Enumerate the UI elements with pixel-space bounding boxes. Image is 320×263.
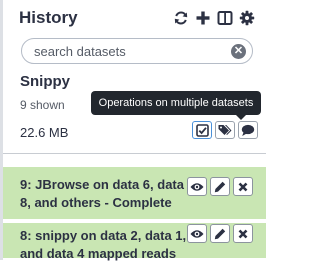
dataset-title[interactable]: 9: JBrowse on data 6, data 8, and others… xyxy=(20,176,192,212)
show-tags-button[interactable] xyxy=(215,121,235,139)
dataset-title[interactable]: 8: snippy on data 2, data 1, and data 4 … xyxy=(20,227,192,263)
delete-button[interactable] xyxy=(233,224,253,243)
history-size: 22.6 MB xyxy=(20,125,69,140)
dataset-actions xyxy=(187,224,253,243)
search-input[interactable] xyxy=(34,42,224,60)
pencil-icon xyxy=(214,181,226,192)
display-button[interactable] xyxy=(187,224,207,243)
gear-icon[interactable] xyxy=(239,10,255,26)
search-box: ✕ xyxy=(21,38,253,64)
history-panel: History search datasets ✕ Snippy 9 shown… xyxy=(0,0,266,263)
close-icon xyxy=(238,229,248,238)
dataset-item[interactable]: 8: snippy on data 2, data 1, and data 4 … xyxy=(3,223,266,263)
history-name[interactable]: Snippy xyxy=(20,73,70,90)
comment-icon xyxy=(241,124,255,136)
clear-search-icon[interactable]: ✕ xyxy=(231,44,246,59)
show-annotations-button[interactable] xyxy=(238,121,258,139)
history-options xyxy=(173,10,255,26)
divider xyxy=(3,153,266,154)
multi-dataset-buttons xyxy=(192,121,258,139)
tags-icon xyxy=(218,124,232,135)
eye-icon xyxy=(190,182,204,191)
close-icon xyxy=(238,182,248,191)
edit-button[interactable] xyxy=(210,224,230,243)
dataset-actions xyxy=(187,177,253,196)
display-button[interactable] xyxy=(187,177,207,196)
pencil-icon xyxy=(214,228,226,239)
tooltip: Operations on multiple datasets xyxy=(91,91,261,120)
dataset-item[interactable]: 9: JBrowse on data 6, data 8, and others… xyxy=(3,167,266,221)
select-items-button[interactable] xyxy=(192,121,212,139)
refresh-icon[interactable] xyxy=(173,10,189,26)
columns-icon[interactable] xyxy=(217,10,233,26)
shown-count: 9 shown xyxy=(20,98,65,112)
eye-icon xyxy=(190,229,204,238)
check-square-icon xyxy=(195,123,209,137)
delete-button[interactable] xyxy=(233,177,253,196)
edit-button[interactable] xyxy=(210,177,230,196)
plus-icon[interactable] xyxy=(195,10,211,26)
history-panel-title: History xyxy=(19,8,78,27)
